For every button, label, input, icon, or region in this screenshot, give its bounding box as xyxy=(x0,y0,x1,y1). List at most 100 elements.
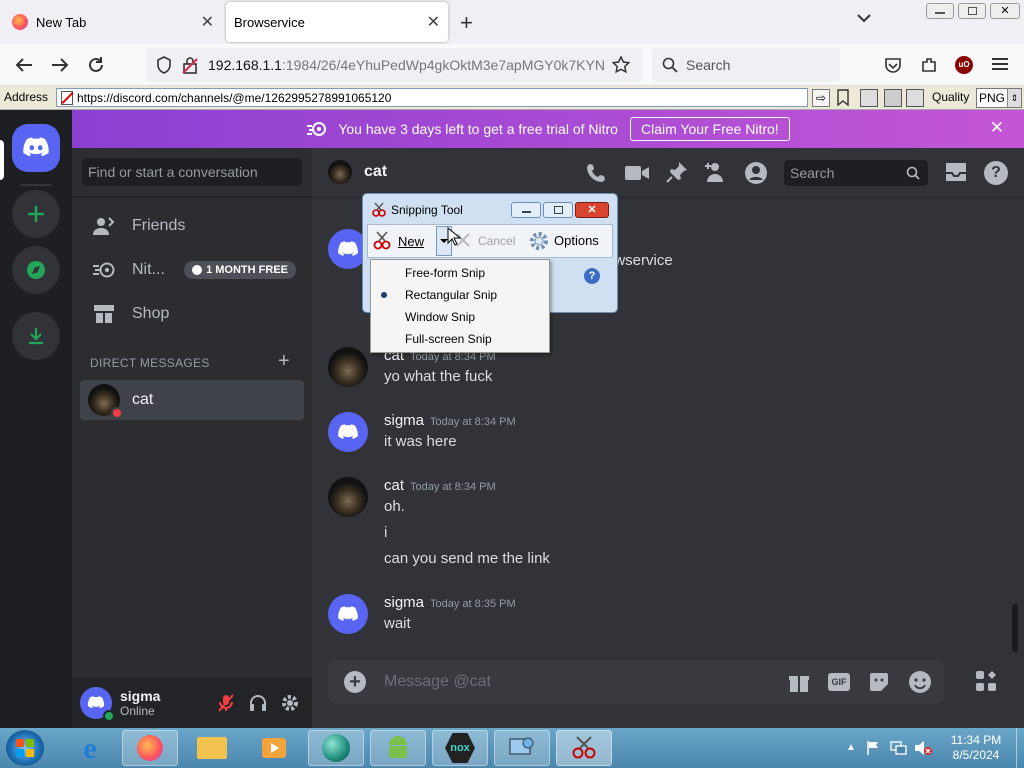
taskbar-nox[interactable]: nox xyxy=(432,730,488,766)
start-button[interactable] xyxy=(6,730,44,766)
windows-logo-icon xyxy=(16,739,34,757)
video-call-icon[interactable] xyxy=(624,163,650,183)
taskbar-explorer[interactable] xyxy=(184,730,240,766)
home-discord-icon[interactable] xyxy=(12,124,60,172)
message-time: Today at 8:34 PM xyxy=(410,481,496,493)
sidebar-item-nitro[interactable]: Nit... 1 MONTH FREE xyxy=(80,254,304,286)
user-avatar[interactable] xyxy=(80,687,115,722)
settings-gear-icon[interactable] xyxy=(280,693,300,713)
taskbar-media-player[interactable] xyxy=(246,730,302,766)
reload-icon[interactable] xyxy=(86,55,106,75)
voice-call-icon[interactable] xyxy=(584,161,608,185)
message-header: sigma Today at 8:35 PM xyxy=(384,594,516,612)
network-icon[interactable] xyxy=(890,740,908,756)
attach-plus-icon[interactable]: + xyxy=(344,671,366,693)
url-text: 192.168.1.1:1984/26/4eYhuPedWp4gkOktM3e7… xyxy=(208,57,604,73)
taskbar-app[interactable] xyxy=(308,730,364,766)
menu-hamburger-icon[interactable] xyxy=(992,57,1008,71)
sidebar-item-shop[interactable]: Shop xyxy=(80,298,304,330)
clipboard-icon[interactable] xyxy=(906,89,924,107)
web-search-box[interactable]: Search xyxy=(652,48,840,82)
message-author[interactable]: sigma xyxy=(384,594,424,611)
menu-item-free-form-snip[interactable]: Free-form Snip xyxy=(371,262,549,284)
claim-nitro-button[interactable]: Claim Your Free Nitro! xyxy=(629,117,790,141)
insecure-page-icon xyxy=(61,90,74,105)
message-author[interactable]: cat xyxy=(384,477,404,494)
apps-icon[interactable] xyxy=(975,670,997,692)
message-composer[interactable]: + Message @cat GIF xyxy=(328,660,944,704)
quality-select[interactable]: PNG ⇕ xyxy=(976,88,1022,108)
taskbar-firefox[interactable] xyxy=(122,730,178,766)
restore-button[interactable] xyxy=(958,3,986,19)
sidebar-item-friends[interactable]: Friends xyxy=(80,210,304,242)
snip-maximize-button[interactable] xyxy=(543,202,573,218)
close-window-button[interactable]: ✕ xyxy=(990,3,1020,19)
explore-compass-icon[interactable] xyxy=(12,246,60,294)
download-icon[interactable] xyxy=(12,312,60,360)
close-banner-icon[interactable]: ✕ xyxy=(990,118,1004,138)
menu-item-window-snip[interactable]: Window Snip xyxy=(371,306,549,328)
show-desktop-button[interactable] xyxy=(1016,728,1024,768)
add-server-plus-icon[interactable] xyxy=(12,190,60,238)
close-icon[interactable]: ✕ xyxy=(427,12,440,32)
options-button[interactable]: Options xyxy=(554,233,599,248)
save-icon[interactable] xyxy=(884,89,902,107)
help-icon[interactable]: ? xyxy=(584,268,600,284)
dm-item-cat[interactable]: cat xyxy=(80,380,304,420)
user-profile-icon[interactable] xyxy=(744,161,768,185)
message-author[interactable]: sigma xyxy=(384,412,424,429)
emoji-icon[interactable] xyxy=(908,670,932,694)
extensions-icon[interactable] xyxy=(920,56,938,74)
tab-new-tab[interactable]: New Tab ✕ xyxy=(4,2,222,42)
clock[interactable]: 11:34 PM 8/5/2024 xyxy=(940,733,1012,763)
menu-item-rectangular-snip[interactable]: Rectangular Snip xyxy=(371,284,549,306)
url-bar[interactable]: 192.168.1.1:1984/26/4eYhuPedWp4gkOktM3e7… xyxy=(146,48,642,82)
nitro-banner-text: You have 3 days left to get a free trial… xyxy=(338,121,618,137)
new-tab-button[interactable]: + xyxy=(460,10,473,36)
ublock-icon[interactable]: uO xyxy=(955,56,973,74)
taskbar-remote[interactable] xyxy=(494,730,550,766)
taskbar-android[interactable] xyxy=(370,730,426,766)
find-conversation-input[interactable]: Find or start a conversation xyxy=(82,158,302,186)
sticker-icon[interactable] xyxy=(868,671,890,693)
taskbar-snipping-tool[interactable] xyxy=(556,730,612,766)
gift-icon[interactable] xyxy=(788,671,810,693)
inbox-icon[interactable] xyxy=(944,161,968,183)
help-icon[interactable]: ? xyxy=(984,161,1008,185)
message-time: Today at 8:35 PM xyxy=(430,598,516,610)
message-text: oh. xyxy=(384,498,405,515)
back-arrow-icon[interactable] xyxy=(14,56,34,74)
snip-close-button[interactable]: ✕ xyxy=(575,202,609,218)
page-icon[interactable] xyxy=(860,89,878,107)
show-hidden-icons-chevron-icon[interactable]: ▲ xyxy=(846,742,856,753)
create-dm-plus-icon[interactable]: + xyxy=(278,350,290,373)
snip-minimize-button[interactable] xyxy=(511,202,541,218)
go-arrow-icon[interactable]: ⇨ xyxy=(812,89,830,107)
close-icon[interactable]: ✕ xyxy=(201,12,214,32)
pin-icon[interactable] xyxy=(666,161,688,183)
chat-search-input[interactable]: Search xyxy=(784,160,928,186)
list-tabs-chevron-down-icon[interactable] xyxy=(856,12,872,24)
minimize-button[interactable] xyxy=(926,3,954,19)
mute-mic-icon[interactable] xyxy=(216,693,236,713)
options-gear-icon[interactable] xyxy=(528,230,550,252)
tab-browservice[interactable]: Browservice ✕ xyxy=(226,2,448,42)
volume-muted-icon[interactable] xyxy=(914,740,932,756)
spinner-arrows-icon[interactable]: ⇕ xyxy=(1007,89,1021,107)
bookmark-star-icon[interactable] xyxy=(612,56,630,74)
action-center-flag-icon[interactable] xyxy=(866,740,880,756)
add-friend-icon[interactable] xyxy=(704,161,728,183)
bookmark-icon[interactable] xyxy=(836,89,852,107)
internet-explorer-icon[interactable]: e xyxy=(70,732,110,765)
pocket-icon[interactable] xyxy=(884,56,902,74)
snip-mode-menu: Free-form Snip Rectangular Snip Window S… xyxy=(370,259,550,353)
scrollbar-thumb[interactable] xyxy=(1012,604,1018,652)
headphones-icon[interactable] xyxy=(248,693,268,713)
lock-warning-icon[interactable] xyxy=(182,56,198,74)
address-input[interactable]: https://discord.com/channels/@me/1262995… xyxy=(56,88,808,107)
shield-icon[interactable] xyxy=(156,56,172,74)
menu-item-full-screen-snip[interactable]: Full-screen Snip xyxy=(371,328,549,350)
forward-arrow-icon[interactable] xyxy=(50,56,70,74)
new-snip-button[interactable]: New xyxy=(372,228,434,254)
gif-icon[interactable]: GIF xyxy=(828,673,850,691)
